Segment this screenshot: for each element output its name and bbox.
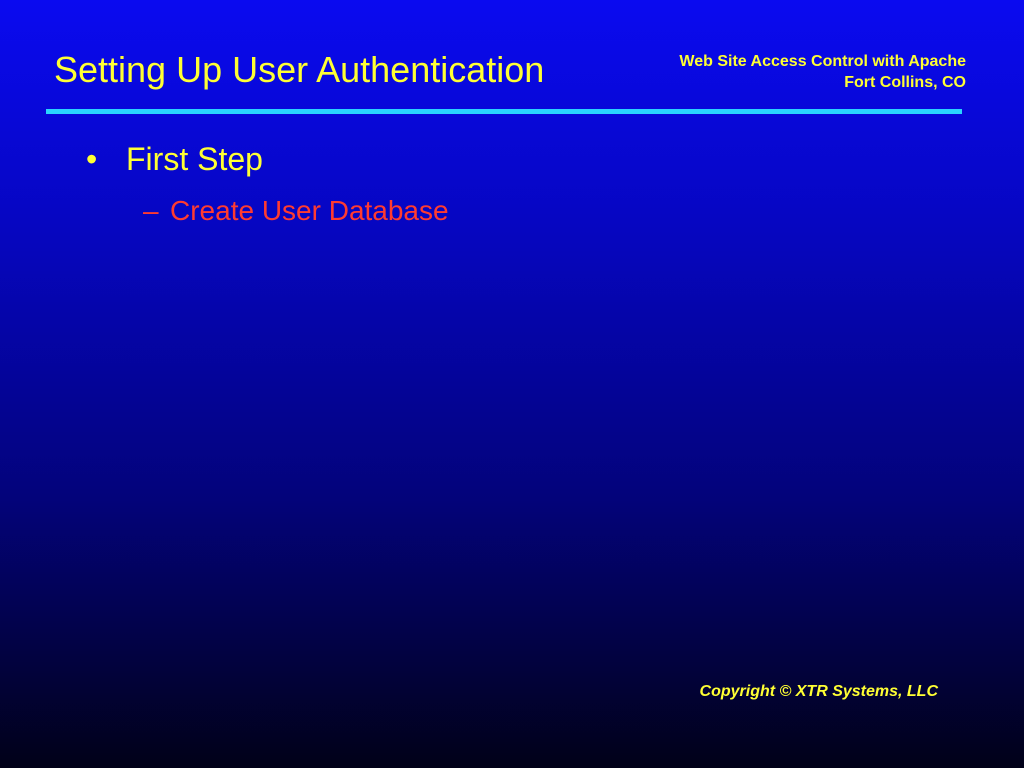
footer-copyright: Copyright © XTR Systems, LLC bbox=[699, 683, 938, 700]
slide-title: Setting Up User Authentication bbox=[54, 49, 545, 90]
title-divider bbox=[46, 109, 962, 114]
sub-bullet-item: – Create User Database bbox=[143, 194, 449, 228]
bullet-text: First Step bbox=[126, 141, 263, 177]
header-location: Fort Collins, CO bbox=[844, 74, 966, 91]
sub-bullet-marker: – bbox=[143, 195, 159, 226]
header-course-title: Web Site Access Control with Apache bbox=[679, 53, 966, 70]
bullet-item: • First Step bbox=[86, 139, 263, 179]
sub-bullet-text: Create User Database bbox=[170, 195, 449, 226]
bullet-marker: • bbox=[86, 141, 98, 177]
slide-header-info: Web Site Access Control with Apache Fort… bbox=[679, 51, 966, 93]
